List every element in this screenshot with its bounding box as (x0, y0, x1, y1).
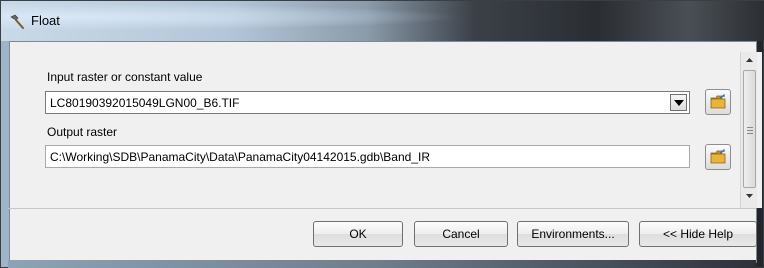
scrollbar-grip-icon (747, 127, 753, 134)
scrollbar-thumb[interactable] (743, 70, 756, 188)
output-raster-field[interactable]: C:\Working\SDB\PanamaCity\Data\PanamaCit… (45, 145, 690, 168)
scroll-up-arrow-icon[interactable] (746, 58, 753, 62)
title-bar[interactable]: Float (1, 1, 764, 41)
hammer-tool-icon (9, 14, 25, 30)
scroll-down-arrow-icon[interactable] (746, 194, 753, 198)
input-raster-dropdown-button[interactable] (670, 94, 687, 111)
vertical-scrollbar[interactable] (740, 52, 757, 208)
open-folder-icon (710, 149, 726, 164)
input-raster-browse-button[interactable] (705, 89, 731, 115)
hide-help-button[interactable]: << Hide Help (639, 221, 757, 247)
chevron-down-icon (674, 100, 684, 106)
input-raster-combobox[interactable]: LC80190392015049LGN00_B6.TIF (45, 91, 690, 114)
input-raster-value: LC80190392015049LGN00_B6.TIF (50, 96, 240, 110)
output-raster-browse-button[interactable] (705, 144, 731, 170)
input-raster-label: Input raster or constant value (47, 70, 203, 84)
environments-button[interactable]: Environments... (517, 221, 629, 247)
ok-button[interactable]: OK (313, 221, 403, 247)
button-area-divider (8, 208, 756, 209)
output-raster-value: C:\Working\SDB\PanamaCity\Data\PanamaCit… (50, 150, 430, 164)
open-folder-icon (710, 94, 726, 109)
window-bottom-border (8, 260, 756, 268)
window-title: Float (31, 13, 60, 28)
cancel-button[interactable]: Cancel (414, 221, 508, 247)
output-raster-label: Output raster (47, 125, 118, 139)
